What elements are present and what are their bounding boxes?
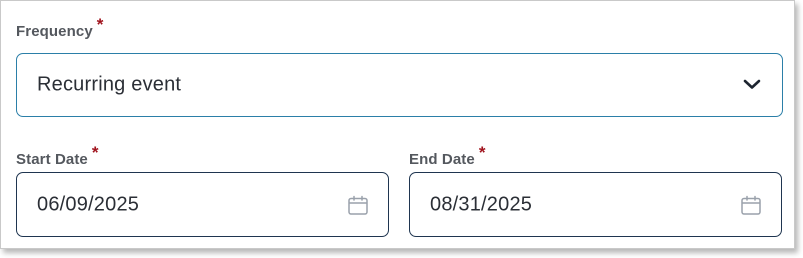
start-date-label-text: Start Date (16, 151, 88, 168)
required-asterisk: * (91, 143, 99, 162)
chevron-down-icon[interactable] (742, 77, 762, 91)
calendar-icon[interactable] (347, 195, 369, 216)
required-asterisk: * (478, 143, 486, 162)
start-date-value: 06/09/2025 (37, 193, 140, 215)
frequency-label-text: Frequency (16, 23, 93, 40)
end-date-input[interactable]: 08/31/2025 (409, 172, 782, 237)
frequency-select[interactable]: Recurring event (16, 53, 783, 117)
form-panel: Frequency * Recurring event Start Date * 0… (0, 0, 795, 249)
end-date-label: End Date * (409, 143, 486, 169)
end-date-label-text: End Date (409, 151, 475, 168)
calendar-icon[interactable] (740, 195, 762, 216)
end-date-value: 08/31/2025 (430, 193, 533, 215)
start-date-label: Start Date * (16, 143, 99, 169)
required-asterisk: * (96, 15, 104, 34)
frequency-selected-value: Recurring event (37, 73, 182, 96)
start-date-input[interactable]: 06/09/2025 (16, 172, 389, 237)
frequency-label: Frequency * (16, 15, 103, 41)
